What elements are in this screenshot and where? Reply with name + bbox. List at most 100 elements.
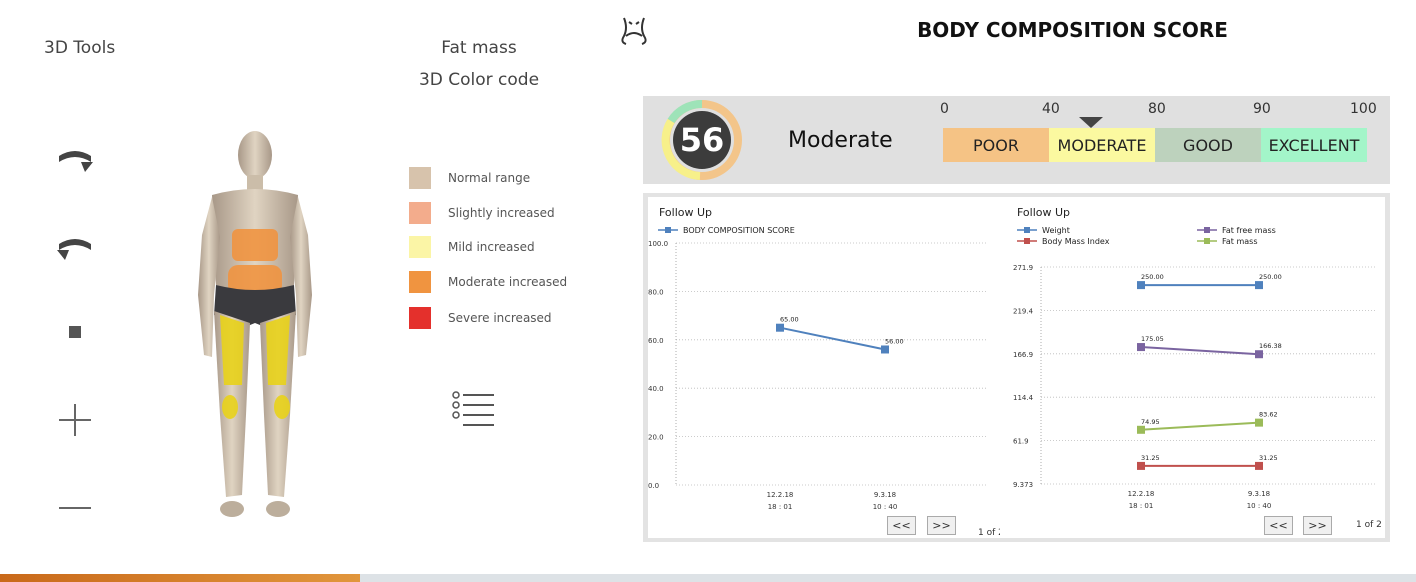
left-prev-button[interactable]: << <box>887 516 916 535</box>
data-point <box>1255 461 1263 470</box>
data-point <box>1255 281 1263 290</box>
data-label: 83.62 <box>1259 411 1278 419</box>
score-category: Moderate <box>788 128 893 153</box>
data-point <box>1137 425 1145 434</box>
tools-title: 3D Tools <box>44 38 116 58</box>
y-tick-label: 0.0 <box>648 482 659 490</box>
x-tick-label: 9.3.18 <box>1248 490 1270 498</box>
data-point <box>1137 461 1145 470</box>
y-tick-label: 60.0 <box>648 337 664 345</box>
body-right-foot <box>266 501 290 517</box>
left-thigh-fat-region <box>220 315 244 385</box>
y-tick-label: 166.9 <box>1013 351 1033 359</box>
left-knee-fat-region <box>222 395 238 419</box>
right-next-button[interactable]: >> <box>1303 516 1332 535</box>
data-point <box>1255 418 1263 427</box>
body-head <box>238 131 272 179</box>
rotate-counterclockwise-icon <box>57 239 91 260</box>
data-point <box>776 323 784 332</box>
data-point <box>881 345 889 354</box>
score-gauge: 56 <box>661 99 742 180</box>
body-shape-icon <box>621 17 647 45</box>
square-icon <box>69 326 81 338</box>
legend-label: Severe increased <box>448 311 552 325</box>
scale-label-80: 80 <box>1148 101 1166 117</box>
segment-poor: POOR <box>943 128 1049 162</box>
rotate-clockwise-icon <box>59 151 93 172</box>
score-value: 56 <box>680 121 725 159</box>
plus-icon <box>59 404 91 436</box>
legend-label: Weight <box>1042 226 1070 235</box>
legend-label: Normal range <box>448 171 531 185</box>
data-label: 250.00 <box>1141 273 1164 281</box>
x-tick-label: 10 : 40 <box>873 503 898 511</box>
followup-right-title: Follow Up <box>1017 206 1071 219</box>
right-prev-button[interactable]: << <box>1264 516 1293 535</box>
x-tick-label: 18 : 01 <box>768 503 793 511</box>
data-point <box>1255 350 1263 359</box>
zoom-out-button[interactable] <box>50 488 100 528</box>
color-code-title-line2: 3D Color code <box>418 70 540 90</box>
x-tick-label: 12.2.18 <box>767 491 794 499</box>
x-tick-label: 10 : 40 <box>1247 502 1272 510</box>
x-tick-label: 18 : 01 <box>1129 502 1154 510</box>
body-model-3d[interactable] <box>190 125 320 525</box>
data-label: 175.05 <box>1141 335 1164 343</box>
left-page-indicator-clip: 1 of 2 <box>978 520 1000 539</box>
legend-label: Body Mass Index <box>1042 237 1110 246</box>
data-label: 250.00 <box>1259 273 1282 281</box>
data-label: 74.95 <box>1141 418 1160 426</box>
scale-label-100: 100 <box>1350 101 1377 117</box>
followup-right-chart: 271.9 219.4 166.9 114.4 61.9 9.373 12.2.18 18 :… <box>1013 226 1377 510</box>
reset-view-button[interactable] <box>50 312 100 352</box>
rotate-counterclockwise-button[interactable] <box>50 226 100 266</box>
body-composition-score-title: BODY COMPOSITION SCORE <box>917 18 1228 42</box>
data-label: 31.25 <box>1259 454 1278 462</box>
legend-marker <box>1024 227 1030 233</box>
right-thigh-fat-region <box>266 315 290 385</box>
zoom-in-button[interactable] <box>50 400 100 440</box>
legend-label: Mild increased <box>448 240 535 254</box>
legend-marker <box>1204 238 1210 244</box>
y-tick-label: 271.9 <box>1013 264 1033 272</box>
color-code-title-line1: Fat mass <box>441 38 517 58</box>
data-label: 56.00 <box>885 337 904 345</box>
bottom-bar <box>360 574 1416 582</box>
legend-item-severe: Severe increased <box>409 307 552 329</box>
scale-label-40: 40 <box>1042 101 1060 117</box>
scale-label-90: 90 <box>1253 101 1271 117</box>
score-marker-icon <box>1079 117 1103 128</box>
y-tick-label: 80.0 <box>648 288 664 296</box>
data-point <box>1137 343 1145 352</box>
x-tick-label: 12.2.18 <box>1128 490 1155 498</box>
legend-swatch <box>409 167 431 189</box>
legend-label: BODY COMPOSITION SCORE <box>683 226 795 235</box>
series-line <box>1140 346 1260 356</box>
y-tick-label: 100.0 <box>648 240 668 248</box>
legend-item-mild: Mild increased <box>409 236 535 258</box>
y-tick-label: 9.373 <box>1013 481 1033 489</box>
legend-marker <box>1204 227 1210 233</box>
y-tick-label: 40.0 <box>648 385 664 393</box>
left-page-indicator: 1 of 2 <box>978 528 1000 538</box>
left-next-button[interactable]: >> <box>927 516 956 535</box>
abdomen-fat-region <box>232 229 278 261</box>
data-point <box>1137 281 1145 290</box>
legend-label: Slightly increased <box>448 206 555 220</box>
legend-swatch <box>409 307 431 329</box>
legend-item-slightly: Slightly increased <box>409 202 555 224</box>
segment-excellent: EXCELLENT <box>1261 128 1367 162</box>
rotate-clockwise-button[interactable] <box>50 138 100 178</box>
y-tick-label: 219.4 <box>1013 307 1034 315</box>
legend-swatch <box>409 271 431 293</box>
right-page-indicator: 1 of 2 <box>1356 520 1382 530</box>
legend-marker <box>665 227 671 233</box>
legend-marker <box>1024 238 1030 244</box>
x-tick-label: 9.3.18 <box>874 491 896 499</box>
scale-label-0: 0 <box>940 101 949 117</box>
y-tick-label: 61.9 <box>1013 438 1029 446</box>
list-view-icon[interactable] <box>450 390 498 430</box>
legend-label: Fat free mass <box>1222 226 1276 235</box>
segment-moderate: MODERATE <box>1049 128 1155 162</box>
legend-item-normal: Normal range <box>409 167 530 189</box>
